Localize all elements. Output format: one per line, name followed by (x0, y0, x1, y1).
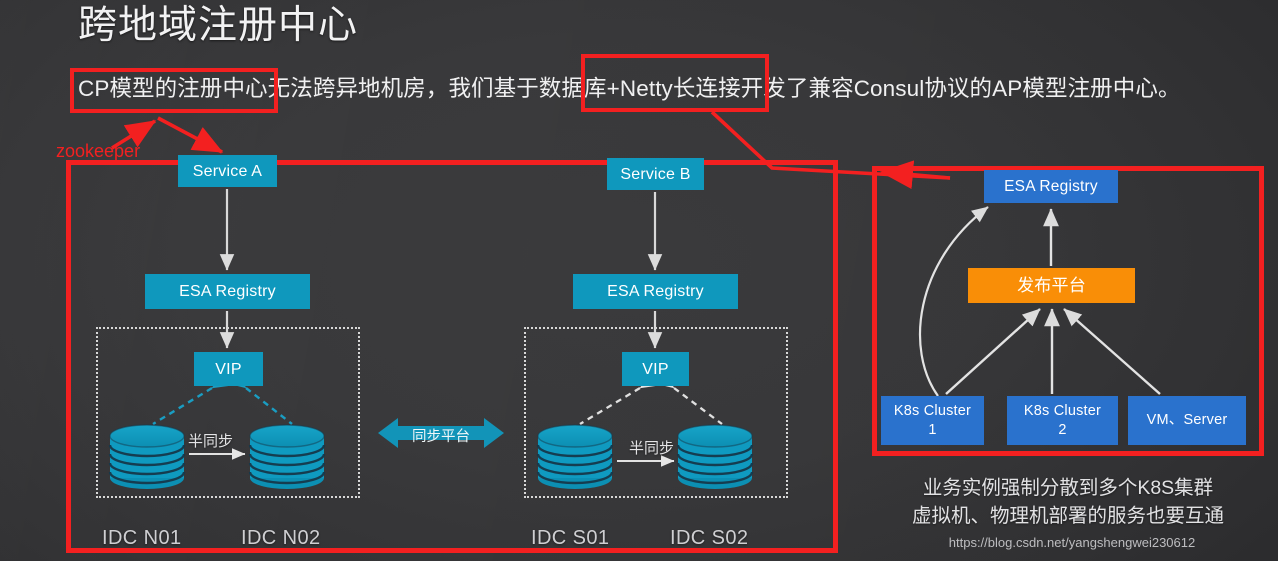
annotation-label-zookeeper: zookeeper (56, 141, 141, 161)
page-title: 跨地域注册中心 (78, 4, 359, 47)
vip-b-box[interactable]: VIP (622, 352, 689, 386)
annotation-box-cp-model (70, 68, 278, 113)
k8s-cluster-2-box[interactable]: K8s Cluster 2 (1007, 396, 1118, 445)
vip-a-box[interactable]: VIP (194, 352, 263, 386)
idc-label-n02: IDC N02 (241, 527, 321, 549)
k8s-cluster-1-line2: 1 (928, 421, 937, 438)
idc-label-n01: IDC N01 (102, 527, 182, 549)
esa-registry-b-box[interactable]: ESA Registry (573, 274, 738, 309)
service-a-box[interactable]: Service A (178, 155, 277, 187)
idc-label-s02: IDC S02 (670, 527, 749, 549)
k8s-cluster-2-line1: K8s Cluster (1023, 402, 1102, 419)
k8s-cluster-1-line1: K8s Cluster (893, 402, 972, 419)
semi-sync-label-north: 半同步 (188, 433, 234, 450)
esa-registry-right-box[interactable]: ESA Registry (984, 170, 1118, 203)
caption-line-1: 业务实例强制分散到多个K8S集群 (922, 477, 1214, 499)
right-panel-caption: 业务实例强制分散到多个K8S集群 虚拟机、物理机部署的服务也要互通 (866, 474, 1270, 530)
publish-platform-box[interactable]: 发布平台 (968, 268, 1135, 303)
caption-line-2: 虚拟机、物理机部署的服务也要互通 (911, 505, 1224, 527)
vm-server-box[interactable]: VM、Server (1128, 396, 1246, 445)
annotation-box-db-netty (581, 54, 769, 112)
watermark-url: https://blog.csdn.net/yangshengwei230612 (948, 535, 1196, 550)
semi-sync-label-south: 半同步 (629, 440, 675, 457)
k8s-cluster-1-box[interactable]: K8s Cluster 1 (881, 396, 984, 445)
sync-platform-label: 同步平台 (412, 429, 470, 445)
service-b-box[interactable]: Service B (607, 158, 704, 190)
esa-registry-a-box[interactable]: ESA Registry (145, 274, 310, 309)
k8s-cluster-2-line2: 2 (1058, 421, 1067, 438)
slide-canvas: 跨地域注册中心 CP模型的注册中心无法跨异地机房，我们基于数据库+Netty长连… (0, 0, 1278, 561)
idc-label-s01: IDC S01 (531, 527, 610, 549)
